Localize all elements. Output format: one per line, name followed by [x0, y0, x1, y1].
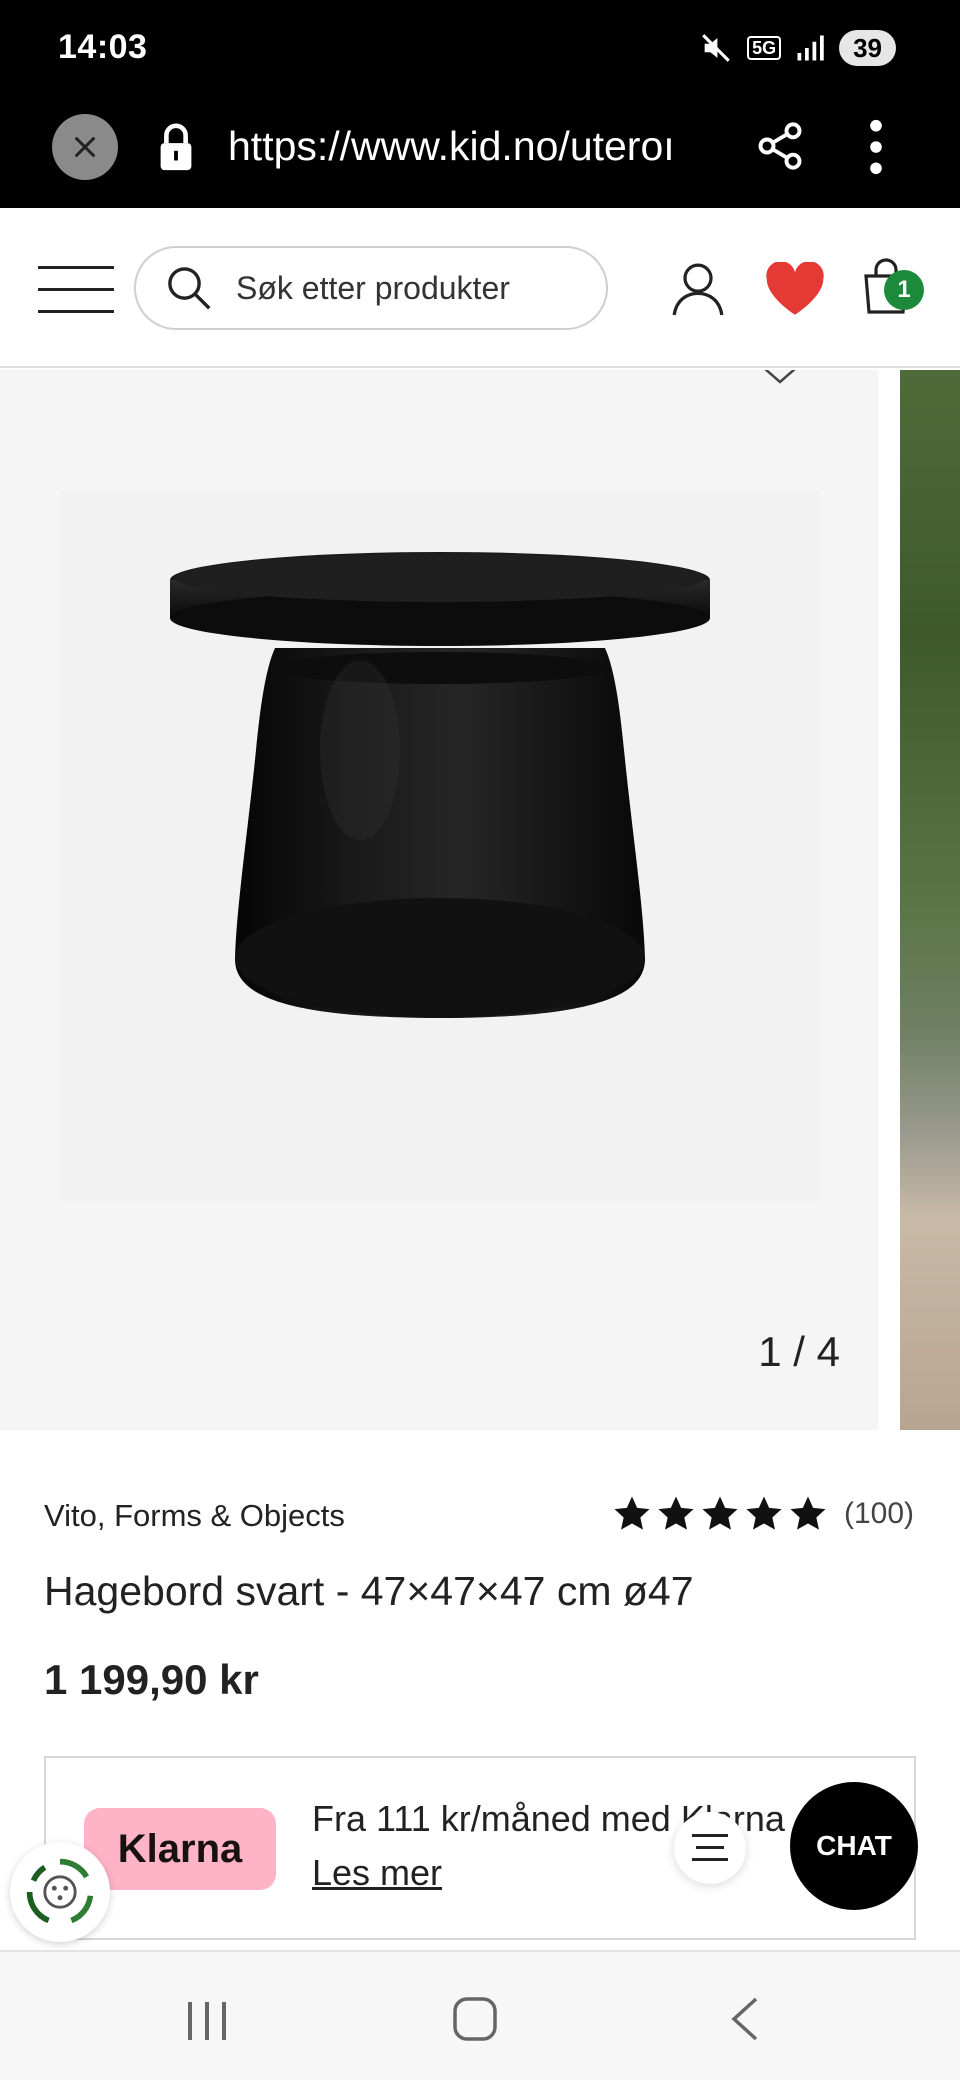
hamburger-icon[interactable] — [38, 266, 114, 314]
site-header: Søk etter produkter — [0, 208, 960, 368]
star-icon — [614, 1496, 650, 1530]
network-label: 5G — [747, 36, 782, 60]
product-price: 1 199,90 kr — [44, 1656, 259, 1703]
garden-table-image — [170, 552, 710, 1018]
browser-url-bar: https://www.kid.no/uteroı — [0, 96, 960, 208]
signal-icon — [797, 35, 824, 61]
user-icon[interactable] — [672, 260, 724, 318]
klarna-logo: Klarna — [84, 1808, 276, 1890]
status-time: 14:03 — [58, 28, 148, 66]
gallery-slide-main[interactable]: 1 / 4 — [0, 370, 878, 1430]
chevron-down-icon[interactable] — [760, 370, 800, 390]
star-icon — [658, 1496, 694, 1530]
product-title: Hagebord svart - 47×47×47 cm ø47 — [44, 1568, 694, 1614]
floating-menu-button[interactable] — [674, 1812, 746, 1884]
star-icon — [790, 1496, 826, 1530]
rating-count: (100) — [843, 1497, 914, 1530]
share-icon[interactable] — [754, 120, 806, 172]
close-tab-button[interactable] — [52, 114, 118, 180]
star-icon — [702, 1496, 738, 1530]
product-rating[interactable]: (100) — [612, 1494, 914, 1534]
search-icon — [168, 267, 211, 310]
image-counter: 1 / 4 — [758, 1328, 840, 1375]
gallery-slide-next[interactable] — [900, 370, 960, 1430]
menu-icon — [692, 1834, 728, 1861]
klarna-read-more-link[interactable]: Les mer — [312, 1852, 442, 1894]
battery-indicator: 39 — [839, 30, 896, 66]
eco-badge[interactable] — [10, 1842, 110, 1942]
url-text[interactable]: https://www.kid.no/uteroı — [228, 118, 716, 174]
klarna-banner: Klarna Fra 111 kr/måned med Klarna Les m… — [44, 1756, 916, 1940]
chat-button[interactable]: CHAT — [790, 1782, 918, 1910]
recents-icon[interactable] — [186, 2000, 228, 2042]
status-bar: 14:03 5G 39 — [0, 0, 960, 96]
mute-icon — [702, 34, 730, 62]
status-icons: 5G 39 — [699, 28, 896, 68]
product-image — [60, 490, 820, 1202]
recycle-icon — [26, 1858, 94, 1924]
cart-count-badge: 1 — [884, 270, 924, 310]
android-nav-bar — [0, 1950, 960, 2080]
more-vert-icon[interactable] — [862, 118, 890, 176]
product-gallery[interactable]: 1 / 4 — [0, 370, 960, 1430]
star-icon — [746, 1496, 782, 1530]
product-brand[interactable]: Vito, Forms & Objects — [44, 1498, 345, 1534]
search-input[interactable]: Søk etter produkter — [134, 246, 608, 330]
lock-icon — [160, 123, 192, 171]
home-icon[interactable] — [452, 1996, 498, 2042]
search-placeholder: Søk etter produkter — [236, 269, 510, 306]
heart-icon[interactable] — [764, 262, 826, 316]
close-icon — [74, 136, 96, 158]
back-icon[interactable] — [728, 1996, 760, 2042]
